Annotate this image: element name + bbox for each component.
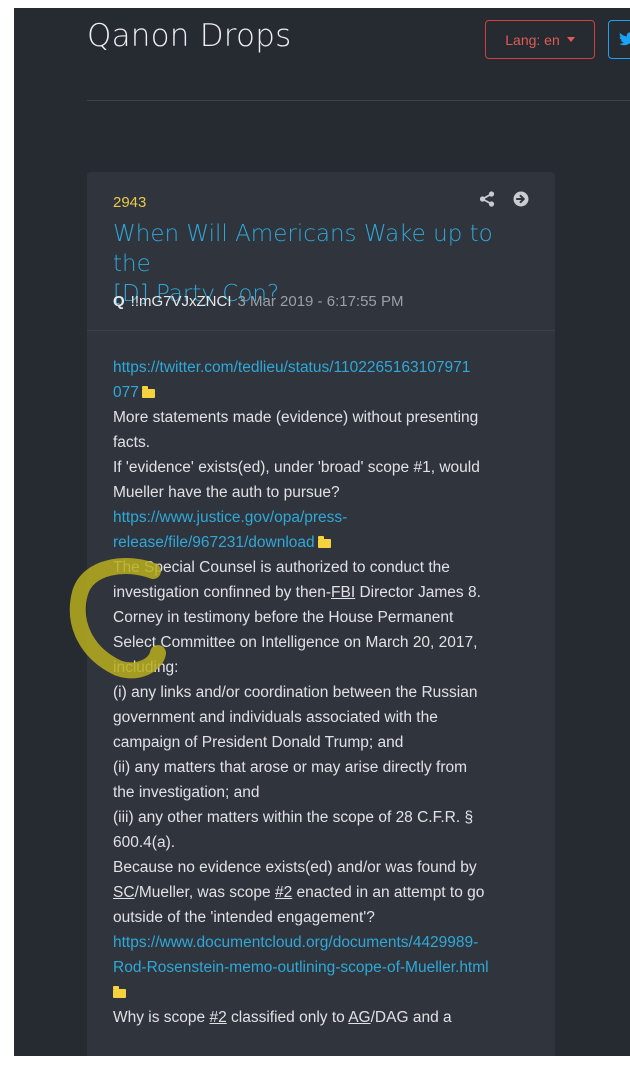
- sc-reference[interactable]: SC: [113, 884, 135, 901]
- body-text: outside of the 'intended engagement'?: [113, 909, 375, 926]
- body-text: 600.4(a).: [113, 834, 176, 851]
- body-text: The Special Counsel is authorized to con…: [113, 559, 450, 576]
- body-text: Director James 8.: [355, 584, 481, 601]
- fbi-reference[interactable]: FBI: [331, 584, 355, 601]
- scope-reference[interactable]: #2: [209, 1009, 226, 1026]
- post-link[interactable]: https://twitter.com/tedlieu/status/11022…: [113, 355, 533, 380]
- post-card: 2943 When Will Americans Wake up to the …: [87, 172, 555, 1056]
- body-text: investigation confinned by then-: [113, 584, 332, 601]
- body-text: government and individuals associated wi…: [113, 709, 438, 726]
- body-text-line: investigation confinned by then-FBI Dire…: [113, 580, 533, 605]
- post-datetime: 3 Mar 2019 - 6:17:55 PM: [237, 293, 404, 310]
- body-text: (iii) any other matters within the scope…: [113, 809, 474, 826]
- post-link[interactable]: 077: [113, 384, 139, 401]
- body-text: including:: [113, 659, 179, 676]
- author-name: Q: [113, 293, 125, 310]
- body-text: Mueller have the auth to pursue?: [113, 484, 340, 501]
- language-label: Lang: en: [505, 31, 560, 48]
- folder-icon[interactable]: [317, 536, 331, 548]
- body-text: /Mueller, was scope: [134, 884, 275, 901]
- post-link[interactable]: Rod-Rosenstein-memo-outlining-scope-of-M…: [113, 955, 533, 980]
- language-dropdown-button[interactable]: Lang: en: [485, 20, 595, 59]
- post-link[interactable]: https://www.documentcloud.org/documents/…: [113, 930, 533, 955]
- post-author-line: Q !!mG7VJxZNCI 3 Mar 2019 - 6:17:55 PM: [113, 293, 403, 310]
- arrow-circle-right-icon[interactable]: [513, 191, 529, 207]
- post-title-line: When Will Americans Wake up to the: [113, 221, 493, 277]
- body-text: Because no evidence exists(ed) and/or wa…: [113, 859, 477, 876]
- ag-reference[interactable]: AG: [348, 1009, 370, 1026]
- body-text: enacted in an attempt to go: [292, 884, 485, 901]
- post-link[interactable]: https://www.justice.gov/opa/press-: [113, 505, 533, 530]
- caret-down-icon: [566, 37, 575, 42]
- post-number[interactable]: 2943: [113, 194, 146, 211]
- post-link[interactable]: release/file/967231/download: [113, 534, 315, 551]
- body-text: Why is scope: [113, 1009, 210, 1026]
- body-text: classified only to: [226, 1009, 349, 1026]
- site-title[interactable]: Qanon Drops: [87, 18, 291, 54]
- body-text: facts.: [113, 434, 151, 451]
- twitter-icon: [619, 32, 630, 46]
- body-text: campaign of President Donald Trump; and: [113, 734, 404, 751]
- body-text: If 'evidence' exists(ed), under 'broad' …: [113, 459, 480, 476]
- author-tripcode: !!mG7VJxZNCI: [130, 293, 232, 310]
- body-text: the investigation; and: [113, 784, 260, 801]
- post-header: 2943 When Will Americans Wake up to the …: [87, 172, 555, 331]
- post-body: https://twitter.com/tedlieu/status/11022…: [87, 331, 555, 1030]
- app-screen: Qanon Drops Lang: en 2943 When Will Amer…: [14, 8, 630, 1056]
- body-text-line: Why is scope #2 classified only to AG/DA…: [113, 1005, 533, 1030]
- body-text: /DAG and a: [370, 1009, 452, 1026]
- folder-icon[interactable]: [113, 986, 126, 998]
- folder-icon[interactable]: [141, 386, 155, 398]
- scope-reference[interactable]: #2: [275, 884, 292, 901]
- body-text-line: SC/Mueller, was scope #2 enacted in an a…: [113, 880, 533, 905]
- body-text: Select Committee on Intelligence on Marc…: [113, 634, 478, 651]
- header-divider: [87, 100, 630, 101]
- body-text: Corney in testimony before the House Per…: [113, 609, 454, 626]
- body-text: (i) any links and/or coordination betwee…: [113, 684, 478, 701]
- body-text: More statements made (evidence) without …: [113, 409, 479, 426]
- share-icon[interactable]: [479, 191, 495, 207]
- twitter-button[interactable]: [608, 20, 630, 59]
- body-text: (ii) any matters that arose or may arise…: [113, 759, 468, 776]
